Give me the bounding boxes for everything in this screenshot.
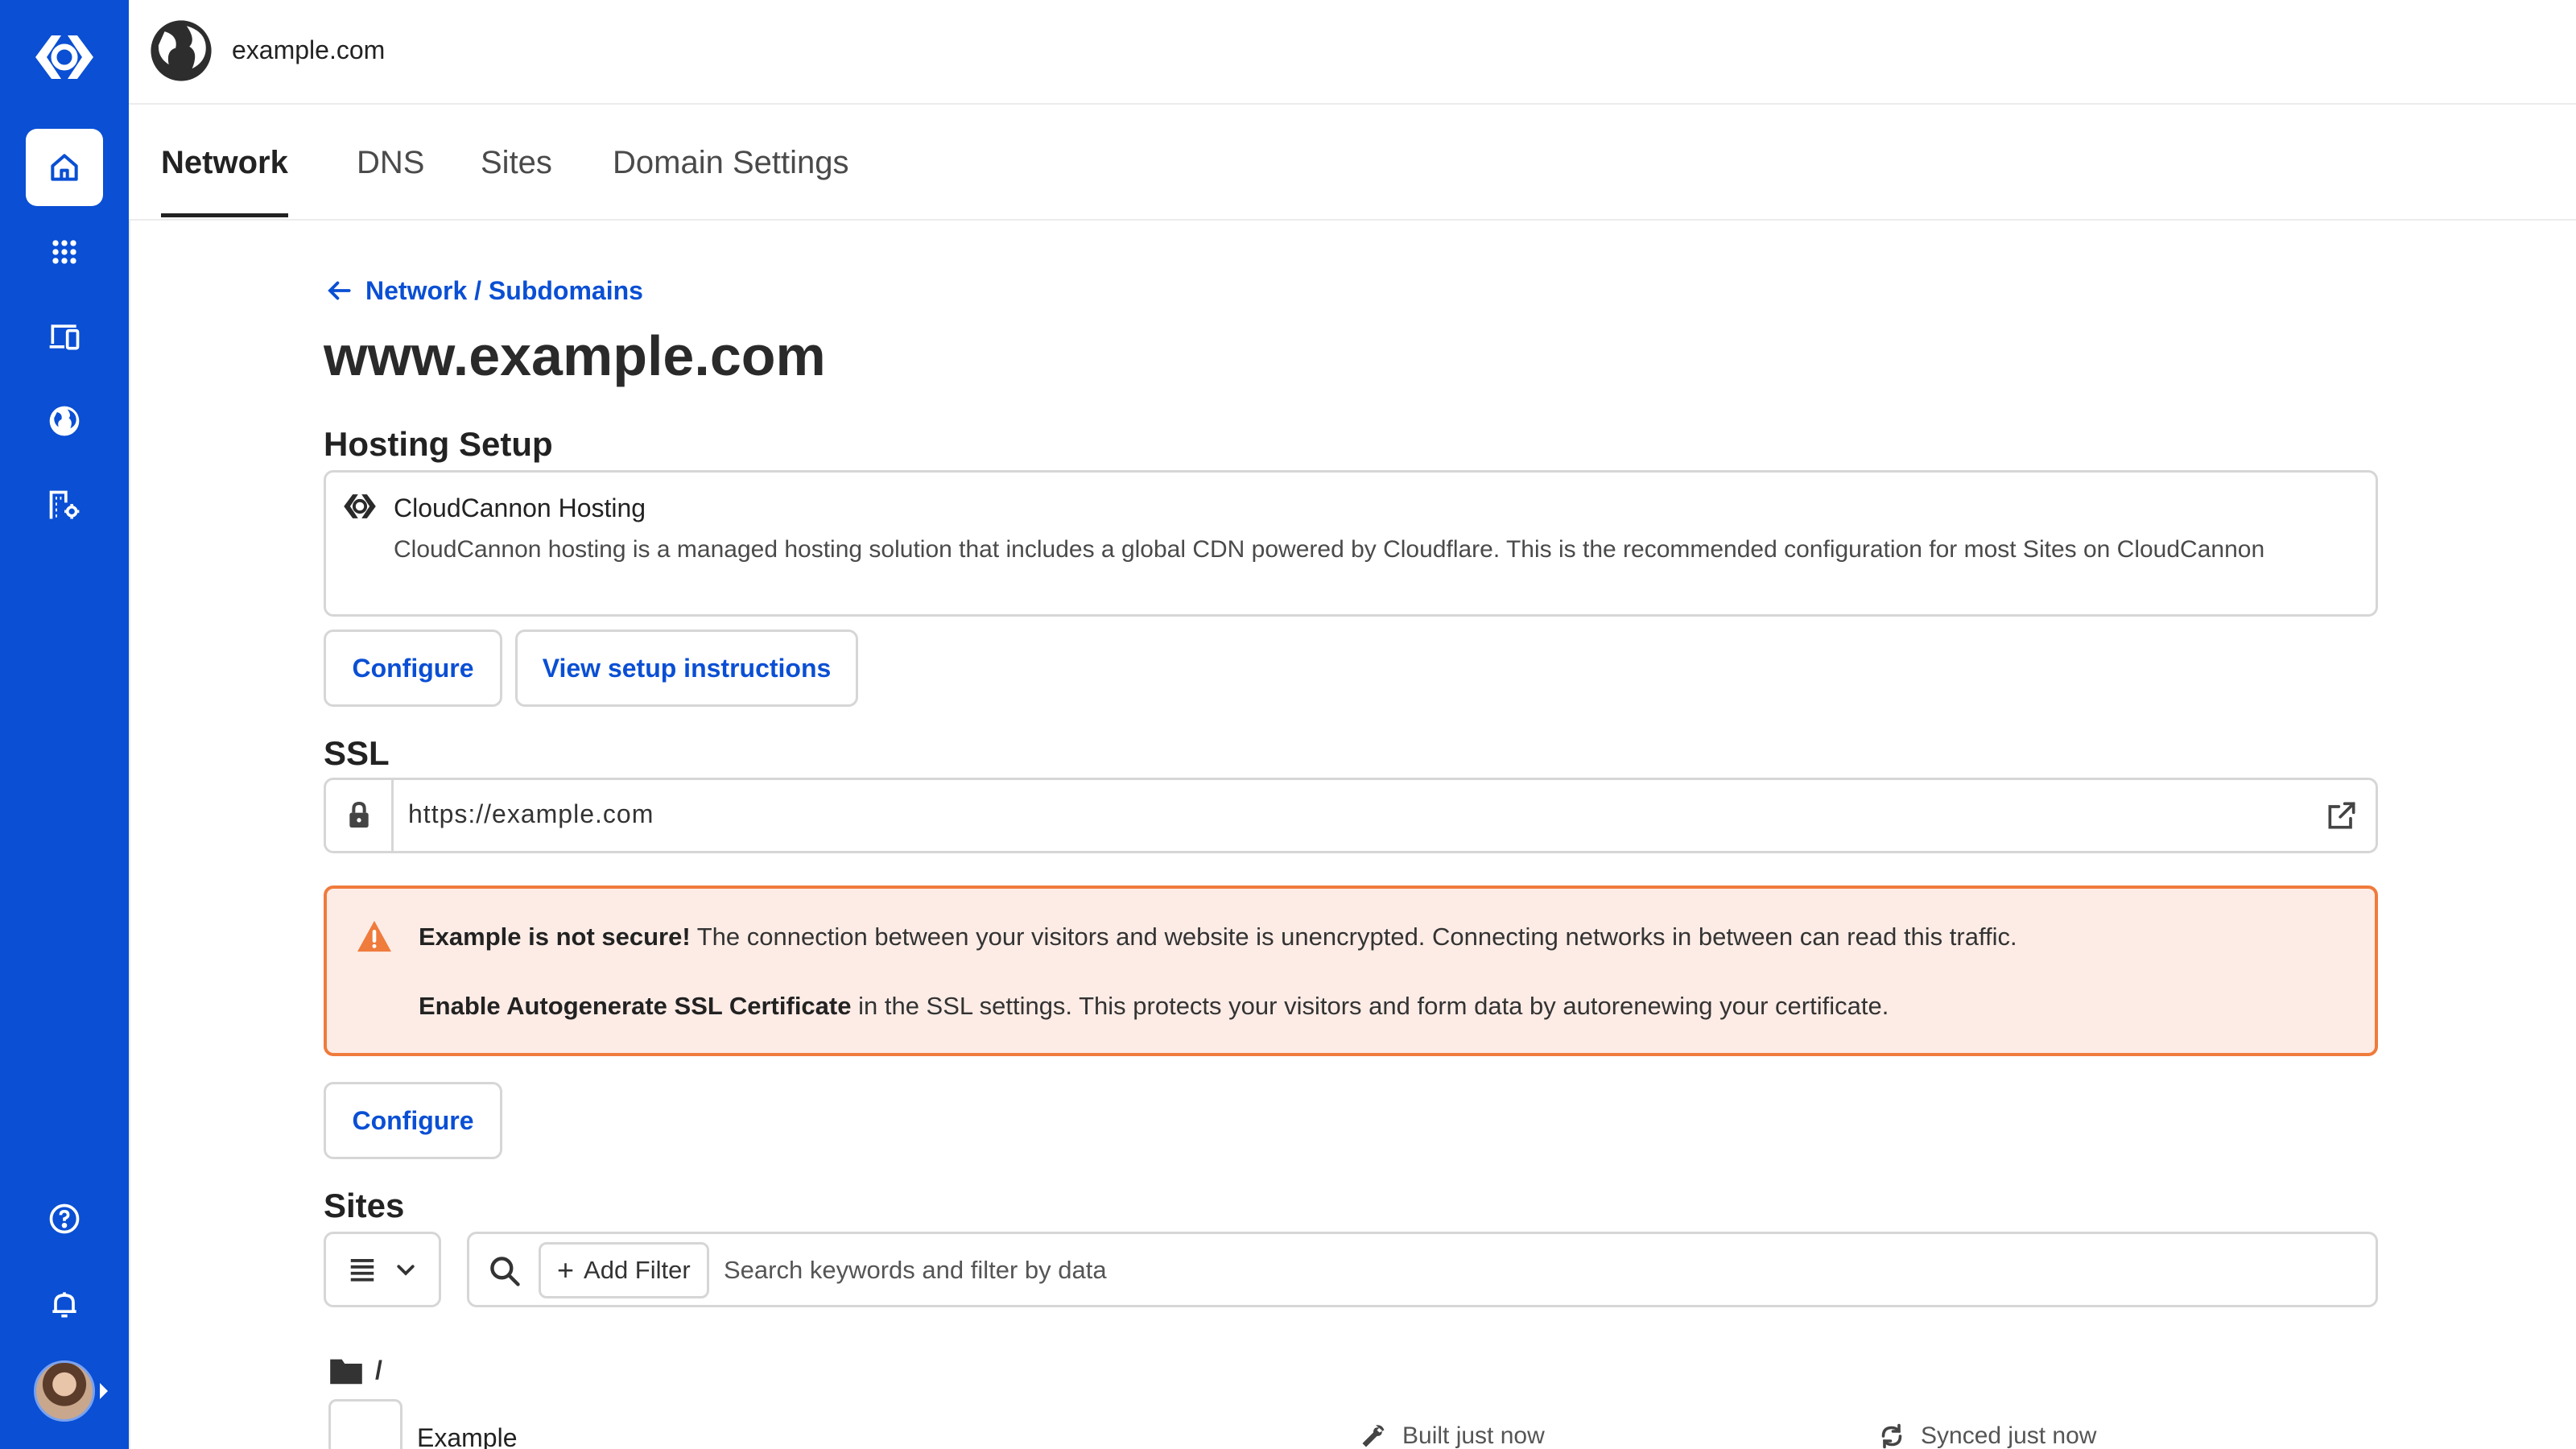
breadcrumb[interactable]: Network / Subdomains: [324, 275, 643, 306]
ssl-url[interactable]: https://example.com: [408, 799, 654, 829]
folder-path[interactable]: /: [328, 1356, 382, 1385]
help-icon: [49, 1203, 80, 1234]
site-synced-label: Synced just now: [1921, 1422, 2097, 1449]
view-toggle-dropdown[interactable]: [324, 1232, 441, 1307]
wrench-icon: [1362, 1425, 1385, 1447]
building-settings-icon: [49, 490, 80, 519]
globe-icon: [49, 406, 80, 436]
page-title: www.example.com: [324, 324, 826, 387]
plus-icon: +: [557, 1253, 575, 1286]
sidebar-item-help[interactable]: [26, 1180, 103, 1257]
ssl-lock: [326, 780, 394, 851]
tab-domain-settings[interactable]: Domain Settings: [613, 145, 848, 213]
hosting-card-description: CloudCannon hosting is a managed hosting…: [394, 536, 2265, 563]
site-thumbnail: [328, 1399, 402, 1449]
arrow-left-icon: [328, 281, 351, 300]
hosting-card-title: CloudCannon Hosting: [394, 493, 646, 522]
apps-grid-icon: [52, 240, 76, 264]
alert-line-2: Enable Autogenerate SSL Certificate in t…: [419, 992, 1889, 1021]
alert-text-1: The connection between your visitors and…: [690, 923, 2017, 951]
sites-heading: Sites: [324, 1187, 405, 1224]
list-icon: [350, 1259, 374, 1282]
tab-network[interactable]: Network: [161, 145, 288, 217]
search-input[interactable]: [724, 1250, 2334, 1290]
tab-dns[interactable]: DNS: [357, 145, 424, 213]
tab-bar: Network DNS Sites Domain Settings: [129, 106, 2576, 219]
home-icon: [51, 154, 78, 181]
site-sync-status: Synced just now: [1877, 1422, 2096, 1449]
breadcrumb-label: Network / Subdomains: [365, 275, 643, 305]
hosting-setup-heading: Hosting Setup: [324, 425, 553, 463]
search-icon: [490, 1257, 520, 1286]
chevron-down-icon: [397, 1265, 415, 1276]
site-build-status: Built just now: [1359, 1422, 1545, 1449]
hosting-card: CloudCannon Hosting CloudCannon hosting …: [324, 470, 2378, 617]
sidebar: [0, 0, 129, 1449]
avatar[interactable]: [34, 1360, 95, 1422]
sidebar-item-home[interactable]: [26, 129, 103, 206]
cloudcannon-logo-icon: [344, 494, 376, 518]
site-built-label: Built just now: [1402, 1422, 1545, 1449]
alert-bold-1: Example is not secure!: [419, 923, 691, 951]
add-filter-button[interactable]: + Add Filter: [539, 1242, 709, 1298]
ssl-heading: SSL: [324, 734, 390, 772]
list-item[interactable]: Example Built just now Synced just now: [324, 1399, 2378, 1449]
ssl-configure-button[interactable]: Configure: [324, 1082, 502, 1159]
tab-sites[interactable]: Sites: [481, 145, 552, 213]
external-link-icon[interactable]: [2324, 798, 2359, 833]
hosting-configure-button[interactable]: Configure: [324, 630, 502, 707]
view-setup-instructions-button[interactable]: View setup instructions: [515, 630, 858, 707]
folder-icon: [330, 1359, 362, 1384]
site-row-name: Example: [417, 1423, 518, 1449]
lock-icon: [349, 801, 369, 828]
warning-icon: [357, 920, 391, 952]
topbar: example.com: [129, 0, 2576, 105]
folder-path-label: /: [375, 1356, 382, 1385]
site-name[interactable]: example.com: [232, 35, 385, 65]
add-filter-label: Add Filter: [584, 1256, 691, 1284]
sync-icon: [1881, 1423, 1902, 1449]
sidebar-item-organization[interactable]: [26, 467, 103, 544]
sidebar-item-apps[interactable]: [26, 213, 103, 291]
site-search-box: + Add Filter: [467, 1232, 2378, 1307]
sidebar-item-domains[interactable]: [26, 382, 103, 460]
ssl-warning-alert: Example is not secure! The connection be…: [324, 886, 2378, 1056]
cloudcannon-logo-icon[interactable]: [32, 29, 97, 85]
alert-bold-2: Enable Autogenerate SSL Certificate: [419, 992, 852, 1020]
globe-icon: [151, 20, 212, 81]
alert-line-1: Example is not secure! The connection be…: [419, 923, 2017, 952]
ssl-url-field: https://example.com: [324, 778, 2378, 853]
devices-icon: [49, 324, 80, 350]
bell-icon: [52, 1292, 76, 1318]
alert-text-2: in the SSL settings. This protects your …: [851, 992, 1889, 1020]
sidebar-item-notifications[interactable]: [26, 1265, 103, 1343]
sidebar-item-devices[interactable]: [26, 298, 103, 375]
account-caret-icon[interactable]: [100, 1383, 108, 1399]
